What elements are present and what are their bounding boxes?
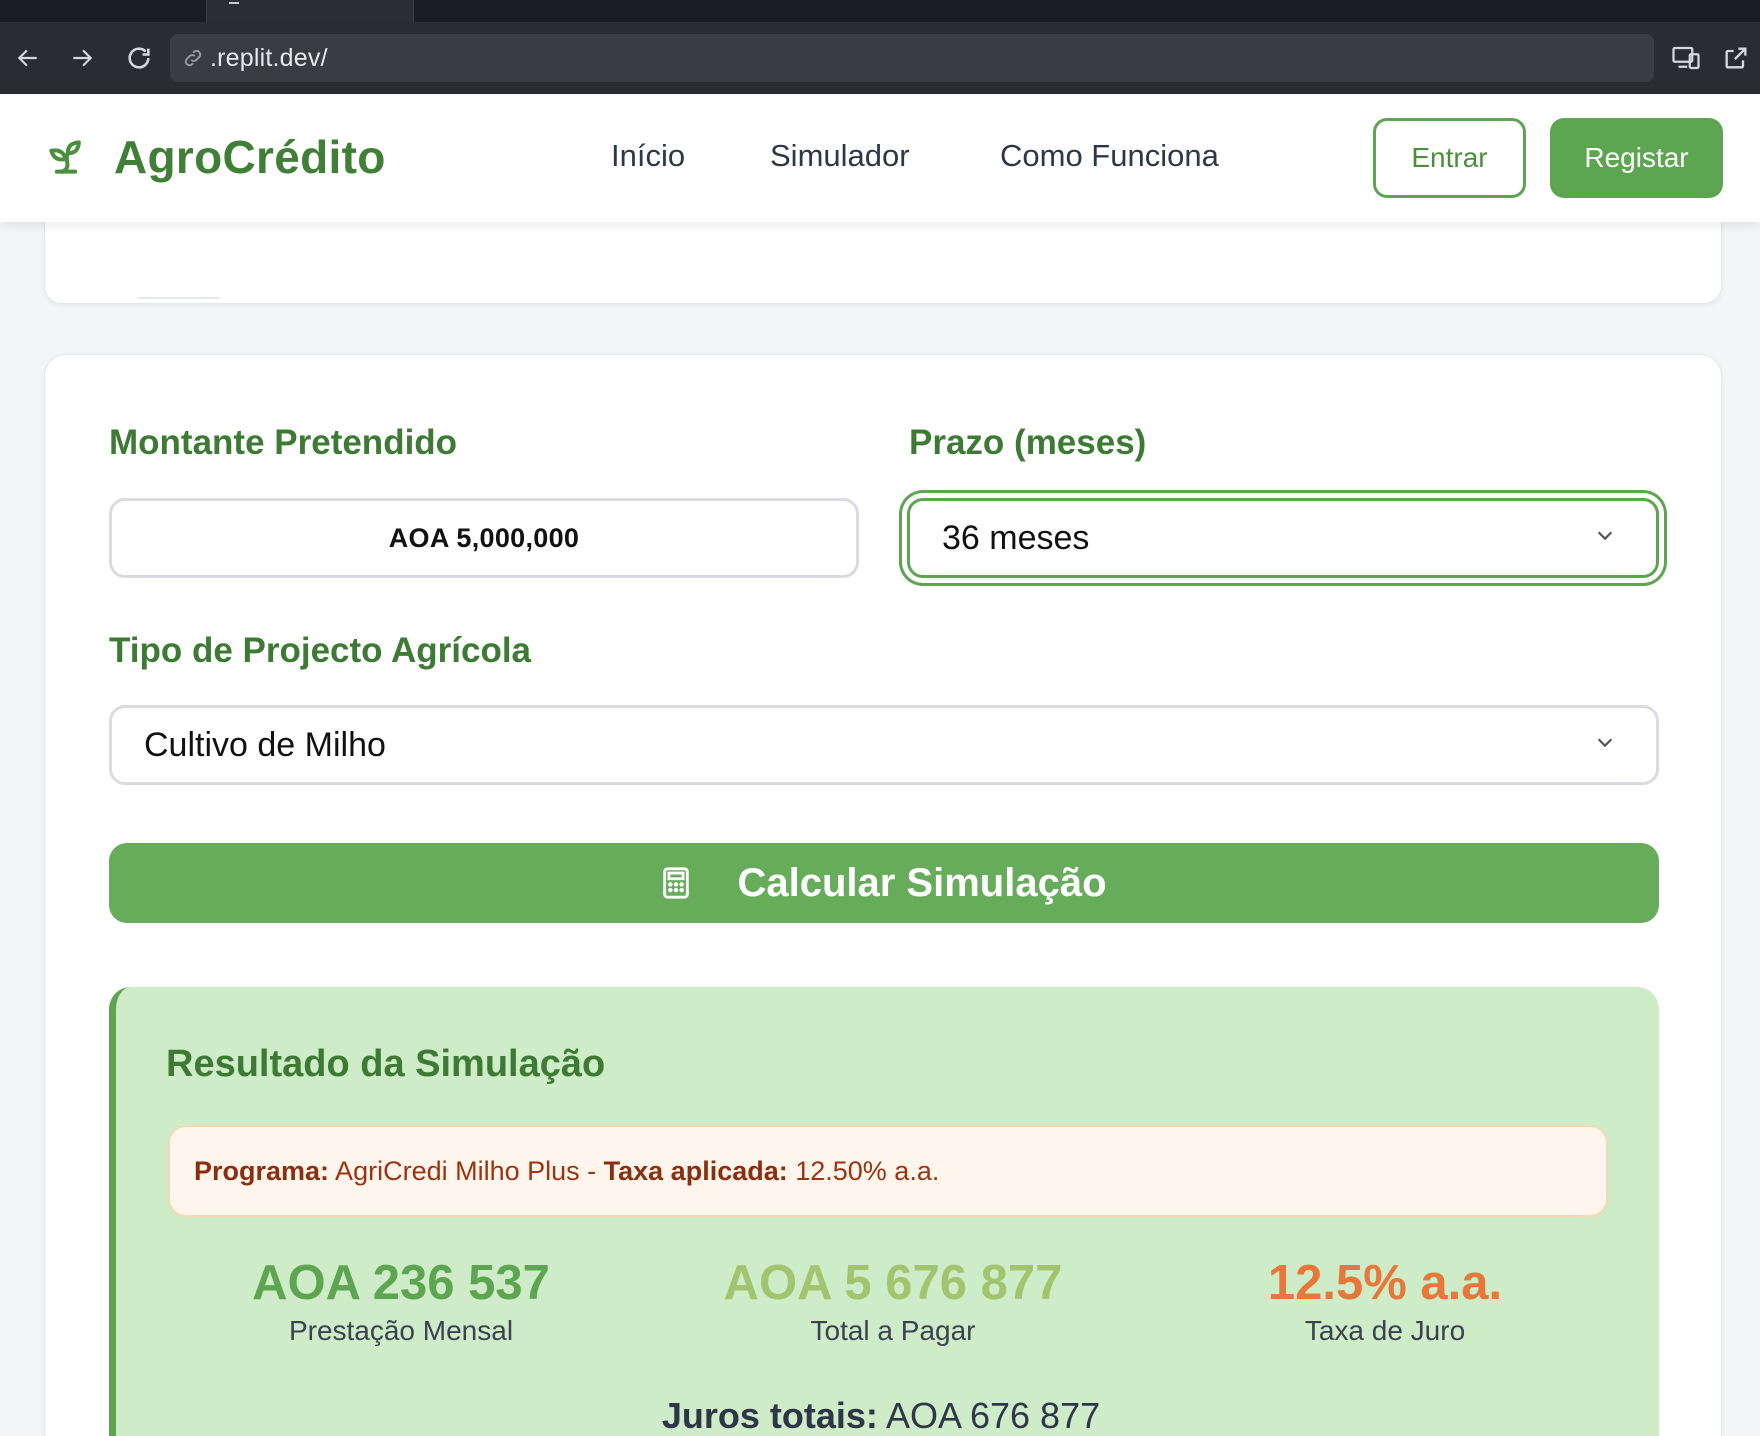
monthly-payment-stat: AOA 236 537 Prestação Mensal bbox=[161, 1255, 641, 1347]
amount-label: Montante Pretendido bbox=[109, 423, 458, 462]
address-bar[interactable]: .replit.dev/ bbox=[170, 34, 1654, 82]
nav-inicio[interactable]: Início bbox=[611, 138, 685, 174]
result-panel: Resultado da Simulação Programa: AgriCre… bbox=[109, 987, 1659, 1436]
login-button[interactable]: Entrar bbox=[1373, 118, 1526, 198]
simulator-card: Montante Pretendido AOA 5,000,000 Prazo … bbox=[44, 354, 1722, 1436]
total-payable-value: AOA 5 676 877 bbox=[723, 1256, 1063, 1310]
total-interest: Juros totais: AOA 676 877 bbox=[116, 1395, 1646, 1436]
brand-name: AgroCrédito bbox=[114, 131, 386, 183]
browser-toolbar: .replit.dev/ bbox=[0, 22, 1760, 94]
program-value: AgriCredi Milho Plus - bbox=[329, 1155, 604, 1186]
card-divider bbox=[137, 297, 219, 299]
logo[interactable]: AgroCrédito bbox=[44, 130, 386, 184]
total-interest-value: AOA 676 877 bbox=[877, 1395, 1101, 1436]
url-text: .replit.dev/ bbox=[210, 43, 328, 72]
rate-applied-label: Taxa aplicada: bbox=[603, 1155, 788, 1186]
term-select-value: 36 meses bbox=[942, 518, 1090, 557]
sprout-icon bbox=[49, 140, 81, 174]
term-select[interactable]: 36 meses bbox=[907, 498, 1659, 578]
total-payable-label: Total a Pagar bbox=[810, 1315, 976, 1346]
project-type-value: Cultivo de Milho bbox=[144, 725, 386, 764]
monthly-payment-value: AOA 236 537 bbox=[252, 1256, 550, 1310]
term-label: Prazo (meses) bbox=[909, 423, 1147, 462]
forward-icon[interactable] bbox=[62, 38, 102, 78]
open-external-icon[interactable] bbox=[1718, 40, 1754, 76]
devices-icon[interactable] bbox=[1668, 40, 1704, 76]
site-header: AgroCrédito Início Simulador Como Funcio… bbox=[0, 94, 1760, 222]
reload-icon[interactable] bbox=[119, 38, 159, 78]
monthly-payment-label: Prestação Mensal bbox=[288, 1315, 514, 1346]
project-type-select[interactable]: Cultivo de Milho bbox=[109, 705, 1659, 785]
register-button[interactable]: Registar bbox=[1550, 118, 1723, 198]
program-label: Programa: bbox=[194, 1155, 330, 1186]
total-interest-label: Juros totais: bbox=[661, 1395, 878, 1436]
rate-applied-value: 12.50% a.a. bbox=[787, 1155, 940, 1186]
interest-rate-stat: 12.5% a.a. Taxa de Juro bbox=[1145, 1255, 1625, 1347]
browser-tabstrip bbox=[0, 0, 1760, 22]
chevron-down-icon bbox=[1597, 531, 1613, 541]
interest-rate-value: 12.5% a.a. bbox=[1267, 1256, 1503, 1310]
calculate-label: Calcular Simulação bbox=[737, 860, 1107, 905]
back-icon[interactable] bbox=[8, 38, 48, 78]
browser-tab[interactable] bbox=[206, 0, 414, 22]
link-icon bbox=[184, 49, 202, 67]
nav-simulador[interactable]: Simulador bbox=[770, 138, 910, 174]
calculator-icon bbox=[663, 867, 690, 899]
calculate-button[interactable]: Calcular Simulação bbox=[109, 843, 1659, 923]
program-info: Programa: AgriCredi Milho Plus - Taxa ap… bbox=[168, 1125, 1608, 1217]
chevron-down-icon bbox=[1597, 738, 1613, 748]
tab-favicon-icon bbox=[229, 0, 239, 4]
project-type-label: Tipo de Projecto Agrícola bbox=[109, 631, 532, 670]
page-content: AgroCrédito Início Simulador Como Funcio… bbox=[0, 94, 1760, 1436]
nav-como-funciona[interactable]: Como Funciona bbox=[1000, 138, 1219, 174]
total-payable-stat: AOA 5 676 877 Total a Pagar bbox=[653, 1255, 1133, 1347]
amount-input[interactable]: AOA 5,000,000 bbox=[109, 498, 859, 578]
result-title: Resultado da Simulação bbox=[166, 1043, 606, 1085]
interest-rate-label: Taxa de Juro bbox=[1304, 1315, 1466, 1346]
